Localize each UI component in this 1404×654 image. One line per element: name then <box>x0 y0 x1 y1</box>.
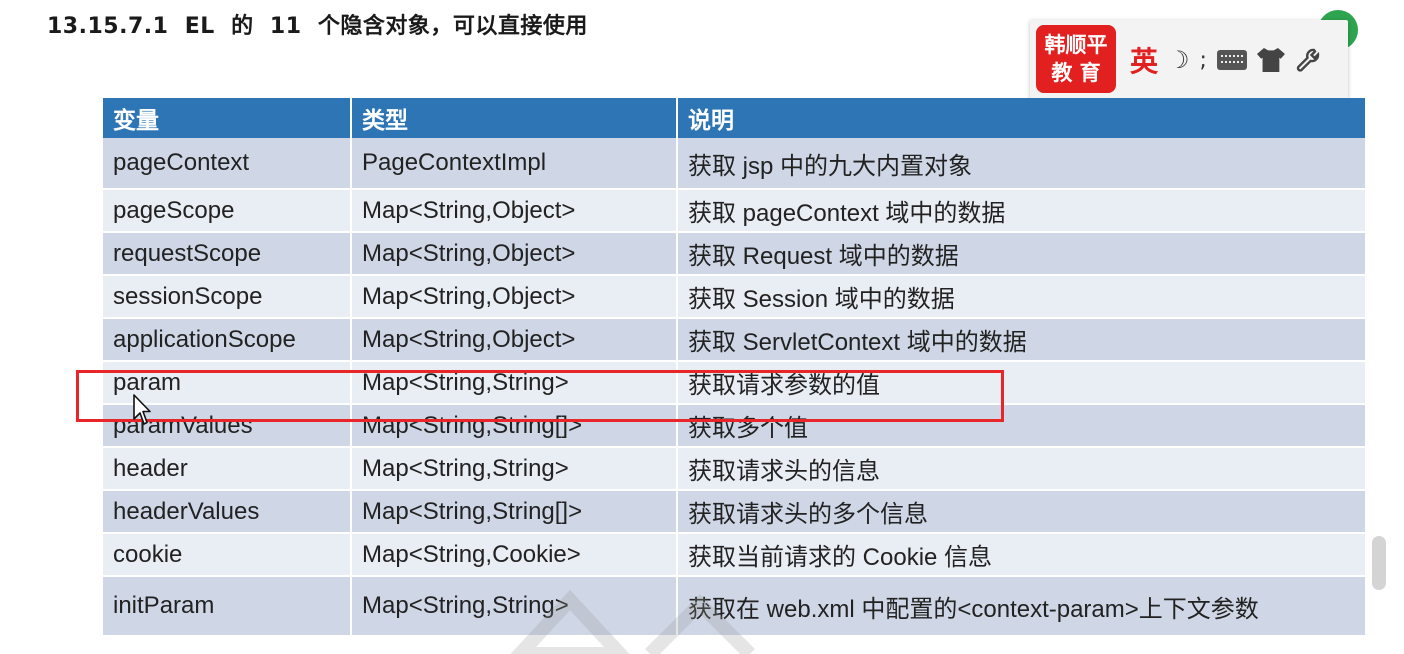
table-row: applicationScope Map<String,Object> 获取 Ser… <box>103 318 1367 362</box>
cell-type: Map<String,Object> <box>351 318 678 362</box>
scrollbar-thumb[interactable] <box>1372 536 1386 590</box>
cell-type: Map<String,String> <box>351 447 678 491</box>
cell-variable: initParam <box>103 576 352 637</box>
cell-variable: header <box>103 447 352 491</box>
header-description: 说明 <box>677 98 1367 138</box>
logo-line-1: 韩顺平 <box>1044 33 1108 57</box>
logo-line-2: 教 育 <box>1051 61 1101 85</box>
input-language-toggle[interactable]: 英 <box>1130 40 1158 80</box>
keyboard-icon[interactable] <box>1216 50 1247 70</box>
table-row: requestScope Map<String,Object> 获取 Request… <box>103 232 1367 276</box>
cell-description: 获取当前请求的 Cookie 信息 <box>677 533 1367 577</box>
ime-controls: 英 ☽ ; <box>1130 40 1321 80</box>
table-row: pageScope Map<String,Object> 获取 pageContex… <box>103 189 1367 233</box>
cell-type: Map<String,Object> <box>351 232 678 276</box>
section-heading: 13.15.7.1 EL 的 11 个隐含对象，可以直接使用 <box>47 14 588 39</box>
mouse-cursor-icon <box>133 394 151 425</box>
cell-description: 获取 ServletContext 域中的数据 <box>677 318 1367 362</box>
watermark-graphic <box>510 590 755 654</box>
cell-type: Map<String,Object> <box>351 275 678 319</box>
cell-type: Map<String,String[]> <box>351 490 678 534</box>
cell-variable: headerValues <box>103 490 352 534</box>
cell-description: 获取请求头的信息 <box>677 447 1367 491</box>
cell-variable: requestScope <box>103 232 352 276</box>
cell-variable: sessionScope <box>103 275 352 319</box>
cell-type: Map<String,Object> <box>351 189 678 233</box>
ime-toolbar: 韩顺平 教 育 英 ☽ ; <box>1030 20 1348 100</box>
implicit-objects-table: 变量 类型 说明 pageContext PageContextImpl 获取 js… <box>103 98 1367 637</box>
moon-icon[interactable]: ☽ <box>1168 48 1190 72</box>
table-row: headerValues Map<String,String[]> 获取请求头的多个… <box>103 490 1367 534</box>
brand-logo: 韩顺平 教 育 <box>1036 25 1116 93</box>
cell-description: 获取 pageContext 域中的数据 <box>677 189 1367 233</box>
cell-description: 获取 jsp 中的九大内置对象 <box>677 138 1367 190</box>
skin-icon[interactable] <box>1256 48 1285 72</box>
punctuation-toggle[interactable]: ; <box>1200 48 1207 73</box>
cell-type: Map<String,Cookie> <box>351 533 678 577</box>
cell-description: 获取请求头的多个信息 <box>677 490 1367 534</box>
table-row: sessionScope Map<String,Object> 获取 Session… <box>103 275 1367 319</box>
cell-type: PageContextImpl <box>351 138 678 190</box>
table-row: pageContext PageContextImpl 获取 jsp 中的九大内置对… <box>103 138 1367 190</box>
cell-variable: pageScope <box>103 189 352 233</box>
cell-variable: pageContext <box>103 138 352 190</box>
header-type: 类型 <box>351 98 678 138</box>
table-row: header Map<String,String> 获取请求头的信息 <box>103 447 1367 491</box>
table-row: cookie Map<String,Cookie> 获取当前请求的 Cookie 信… <box>103 533 1367 577</box>
table-header-row: 变量 类型 说明 <box>103 98 1367 138</box>
wrench-icon[interactable] <box>1295 47 1321 73</box>
header-variable: 变量 <box>103 98 352 138</box>
cell-description: 获取 Request 域中的数据 <box>677 232 1367 276</box>
cell-variable: applicationScope <box>103 318 352 362</box>
highlight-annotation-box <box>76 370 1004 422</box>
cell-variable: cookie <box>103 533 352 577</box>
cell-description: 获取在 web.xml 中配置的<context-param>上下文参数 <box>677 576 1367 637</box>
cell-description: 获取 Session 域中的数据 <box>677 275 1367 319</box>
